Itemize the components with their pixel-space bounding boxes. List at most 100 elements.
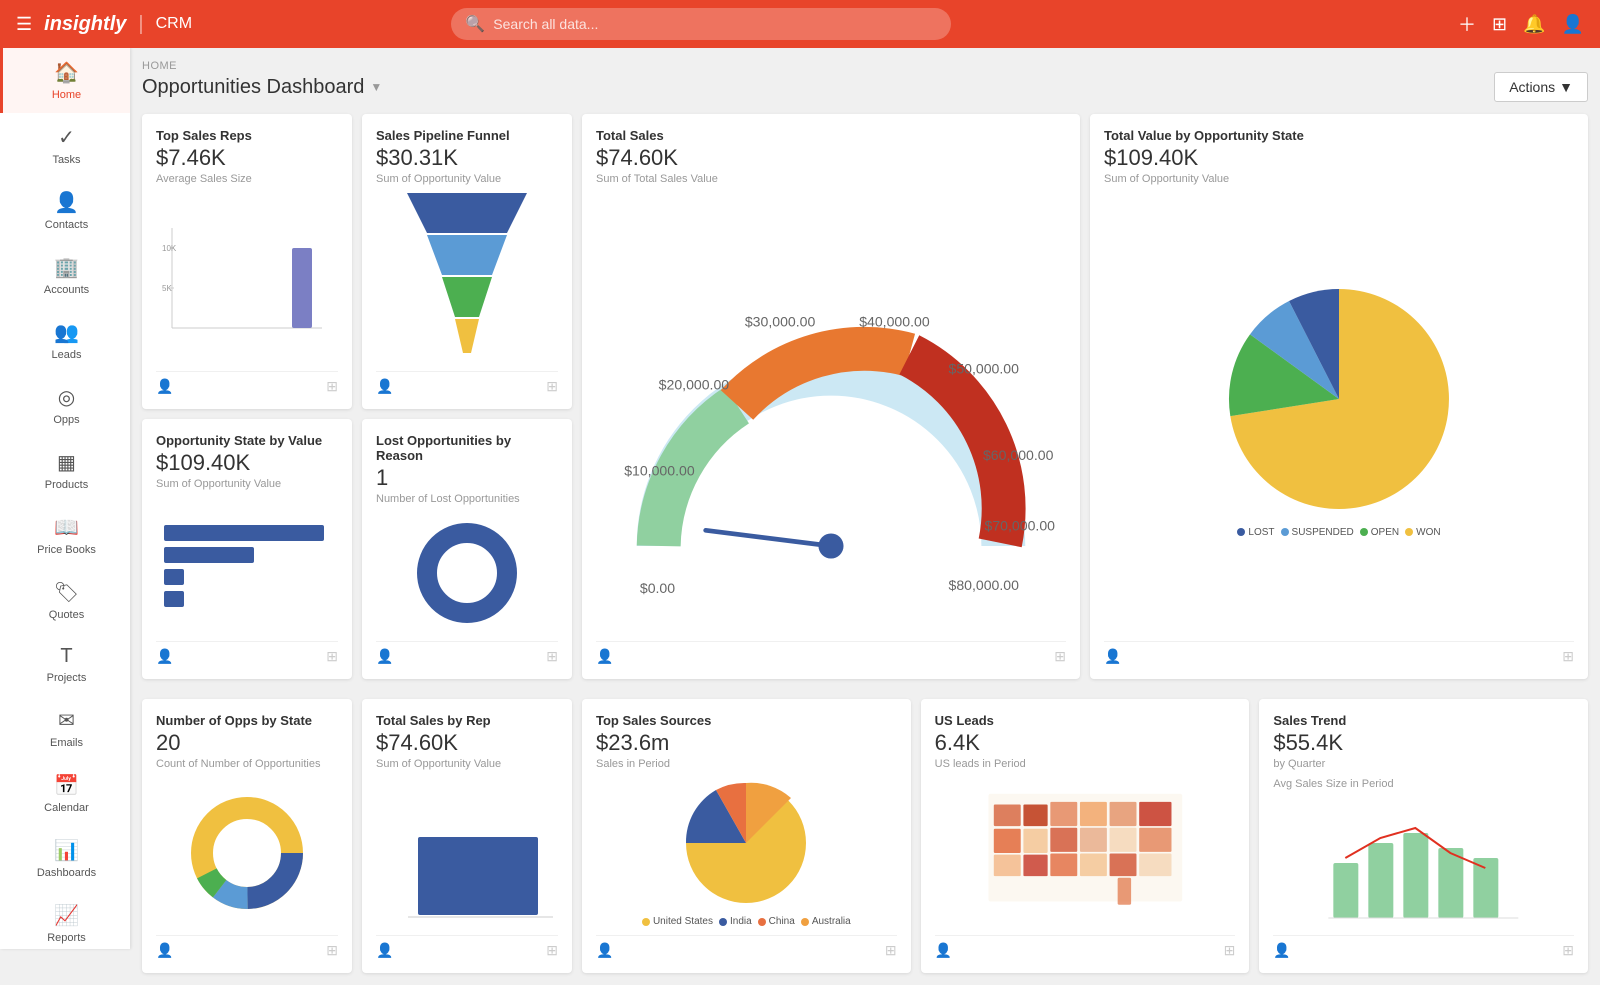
svg-text:$30,000.00: $30,000.00 <box>745 314 816 330</box>
sidebar-item-pricebooks[interactable]: 📖 Price Books <box>0 503 130 568</box>
bell-icon[interactable]: 🔔 <box>1523 14 1545 35</box>
card-title: Total Sales <box>596 128 1066 143</box>
emails-icon: ✉ <box>58 708 75 733</box>
card-footer: 👤 ⊞ <box>1104 641 1574 665</box>
sidebar-item-products[interactable]: ▦ Products <box>0 438 130 503</box>
sidebar-item-quotes[interactable]: 🏷 Quotes <box>0 568 130 633</box>
sidebar-item-accounts[interactable]: 🏢 Accounts <box>0 243 130 308</box>
card-title: Total Value by Opportunity State <box>1104 128 1574 143</box>
card-subtitle: Sum of Opportunity Value <box>1104 173 1574 185</box>
hamburger-icon[interactable]: ☰ <box>16 14 32 35</box>
search-input[interactable] <box>493 16 937 32</box>
reports-icon: 📈 <box>54 903 79 928</box>
bar-chart-rep-svg <box>398 817 558 927</box>
grid-footer-icon: ⊞ <box>1562 942 1574 959</box>
home-icon: 🏠 <box>54 60 79 85</box>
svg-text:$70,000.00: $70,000.00 <box>985 517 1056 533</box>
opps-icon: ◎ <box>58 385 75 410</box>
card-value: $30.31K <box>376 145 558 171</box>
grid-footer-icon: ⊞ <box>326 648 338 665</box>
grid-icon[interactable]: ⊞ <box>1492 14 1507 35</box>
card-footer: 👤 ⊞ <box>156 935 338 959</box>
donut-multicolor-svg <box>187 793 307 913</box>
sidebar-item-dashboards[interactable]: 📊 Dashboards <box>0 826 130 891</box>
contacts-icon: 👤 <box>54 190 79 215</box>
card-value: 20 <box>156 730 338 756</box>
user-footer-icon: 👤 <box>156 378 173 395</box>
user-footer-icon: 👤 <box>596 648 613 665</box>
card-sales-pipeline: Sales Pipeline Funnel $30.31K Sum of Opp… <box>362 114 572 409</box>
card-title: Number of Opps by State <box>156 713 338 728</box>
card-value: $109.40K <box>1104 145 1574 171</box>
card-total-sales-rep: Total Sales by Rep $74.60K Sum of Opport… <box>362 699 572 973</box>
sidebar-item-tasks[interactable]: ✓ Tasks <box>0 113 130 178</box>
svg-text:$80,000.00: $80,000.00 <box>948 577 1019 593</box>
funnel-svg <box>387 193 547 363</box>
card-subtitle: Sum of Opportunity Value <box>156 478 338 490</box>
card-chart: $0.00 $10,000.00 $20,000.00 $30,000.00 $… <box>596 193 1066 633</box>
sidebar-item-projects[interactable]: T Projects <box>0 633 130 696</box>
legend-australia: Australia <box>801 916 851 927</box>
donut-svg <box>412 518 522 628</box>
card-subtitle: Sum of Total Sales Value <box>596 173 1066 185</box>
leads-icon: 👥 <box>54 320 79 345</box>
plus-icon[interactable]: ＋ <box>1458 11 1476 37</box>
user-footer-icon: 👤 <box>376 378 393 395</box>
sidebar-item-home[interactable]: 🏠 Home <box>0 48 130 113</box>
crm-label: CRM <box>156 15 192 33</box>
sidebar-item-leads[interactable]: 👥 Leads <box>0 308 130 373</box>
card-subtitle: Sales in Period <box>596 758 897 770</box>
card-value: 1 <box>376 465 558 491</box>
card-value: $23.6m <box>596 730 897 756</box>
grid-footer-icon: ⊞ <box>546 942 558 959</box>
user-footer-icon: 👤 <box>156 648 173 665</box>
card-title: Total Sales by Rep <box>376 713 558 728</box>
card-title: US Leads <box>935 713 1236 728</box>
card-sub2: Avg Sales Size in Period <box>1273 778 1574 790</box>
user-footer-icon: 👤 <box>1104 648 1121 665</box>
user-footer-icon: 👤 <box>376 648 393 665</box>
card-top-sales-reps: Top Sales Reps $7.46K Average Sales Size… <box>142 114 352 409</box>
card-subtitle: Sum of Opportunity Value <box>376 758 558 770</box>
card-footer: 👤 ⊞ <box>156 641 338 665</box>
svg-text:$40,000.00: $40,000.00 <box>859 314 930 330</box>
card-footer: 👤 ⊞ <box>376 641 558 665</box>
card-title: Opportunity State by Value <box>156 433 338 448</box>
gauge-svg: $0.00 $10,000.00 $20,000.00 $30,000.00 $… <box>596 217 1066 609</box>
products-icon: ▦ <box>57 450 76 475</box>
card-title: Sales Pipeline Funnel <box>376 128 558 143</box>
topnav: ☰ insightly | CRM 🔍 ＋ ⊞ 🔔 👤 <box>0 0 1600 48</box>
card-value: $74.60K <box>596 145 1066 171</box>
card-footer: 👤 ⊞ <box>935 935 1236 959</box>
sidebar-item-reports[interactable]: 📈 Reports <box>0 891 130 949</box>
search-bar[interactable]: 🔍 <box>451 8 951 40</box>
card-value: 6.4K <box>935 730 1236 756</box>
card-title: Top Sales Reps <box>156 128 338 143</box>
card-chart <box>156 498 338 633</box>
grid-footer-icon: ⊞ <box>546 378 558 395</box>
grid-footer-icon: ⊞ <box>326 942 338 959</box>
legend-suspended: SUSPENDED <box>1281 527 1354 538</box>
card-total-sales: Total Sales $74.60K Sum of Total Sales V… <box>582 114 1080 679</box>
quotes-icon: 🏷 <box>54 580 79 605</box>
grid-footer-icon: ⊞ <box>326 378 338 395</box>
sidebar-item-calendar[interactable]: 📅 Calendar <box>0 761 130 826</box>
sidebar-item-contacts[interactable]: 👤 Contacts <box>0 178 130 243</box>
card-num-opps-state: Number of Opps by State 20 Count of Numb… <box>142 699 352 973</box>
user-footer-icon: 👤 <box>596 942 613 959</box>
sidebar-item-opps[interactable]: ◎ Opps <box>0 373 130 438</box>
topnav-actions: ＋ ⊞ 🔔 👤 <box>1458 11 1584 37</box>
user-icon[interactable]: 👤 <box>1562 14 1584 35</box>
bottom-row: Number of Opps by State 20 Count of Numb… <box>142 699 1588 973</box>
svg-text:$10,000.00: $10,000.00 <box>624 463 695 479</box>
user-footer-icon: 👤 <box>935 942 952 959</box>
card-chart: United States India China Australia <box>596 778 897 927</box>
card-chart <box>1273 798 1574 927</box>
card-footer: 👤 ⊞ <box>376 371 558 395</box>
pricebooks-icon: 📖 <box>54 515 79 540</box>
sidebar-item-emails[interactable]: ✉ Emails <box>0 696 130 761</box>
actions-button[interactable]: Actions ▼ <box>1494 72 1588 102</box>
card-chart: 10K 5K <box>156 193 338 363</box>
legend-lost: LOST <box>1237 527 1274 538</box>
tasks-icon: ✓ <box>58 125 75 150</box>
